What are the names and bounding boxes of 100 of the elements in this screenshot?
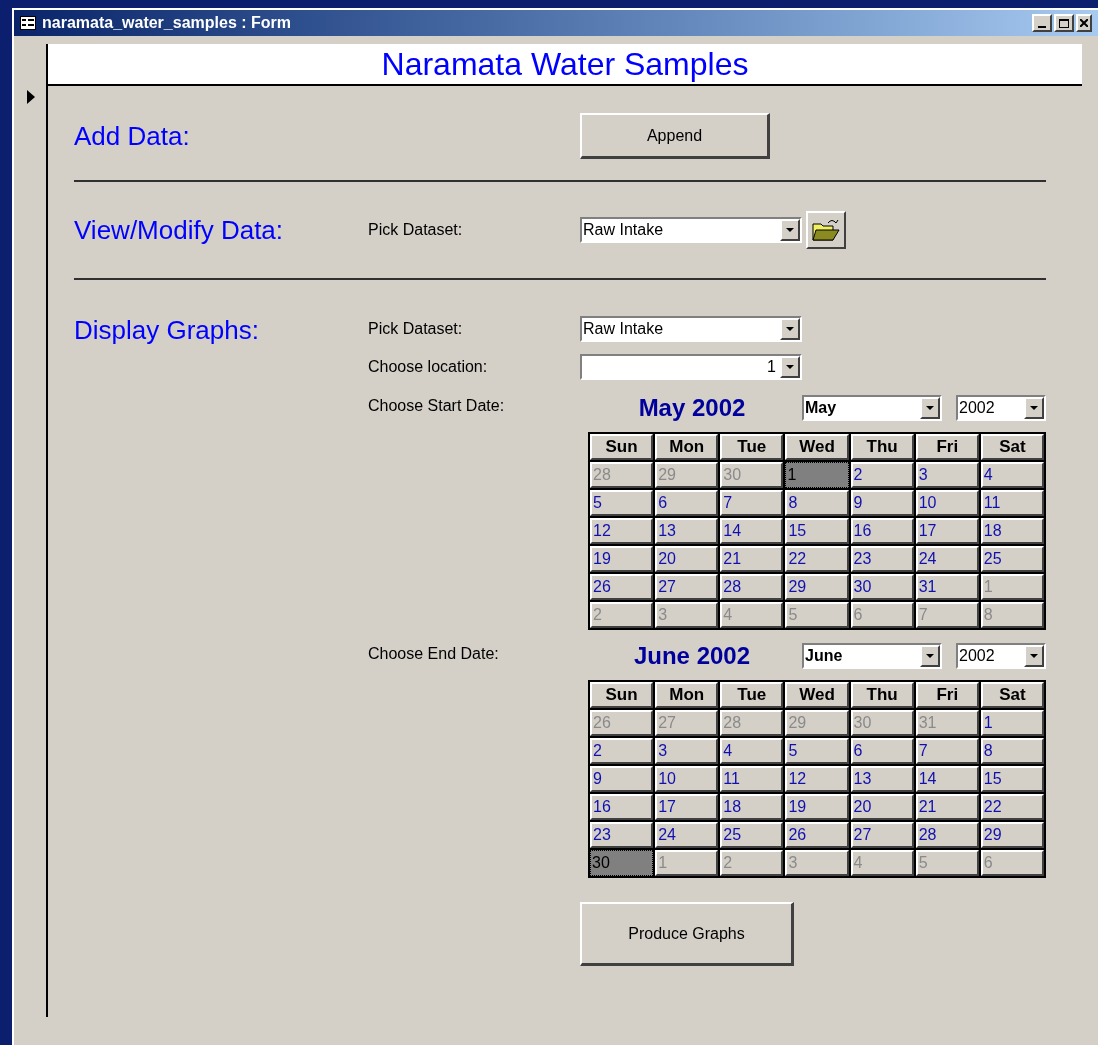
caret-icon: [926, 654, 934, 658]
dropdown-button[interactable]: [780, 318, 800, 340]
calendar-title: June 2002: [632, 641, 752, 671]
dropdown-field[interactable]: Raw Intake: [580, 316, 802, 342]
dropdown-button[interactable]: [780, 219, 800, 241]
day-cell[interactable]: 28: [720, 574, 784, 600]
day-cell[interactable]: 31: [915, 574, 979, 600]
day-cell[interactable]: 17: [915, 518, 979, 544]
maximize-button[interactable]: [1054, 14, 1074, 32]
day-cell[interactable]: 8: [980, 738, 1044, 764]
day-cell[interactable]: 7: [720, 490, 784, 516]
minimize-button[interactable]: [1032, 14, 1052, 32]
close-button[interactable]: [1076, 14, 1092, 32]
day-cell[interactable]: 26: [785, 822, 849, 848]
day-cell[interactable]: 18: [980, 518, 1044, 544]
dropdown-button[interactable]: [780, 356, 800, 378]
dropdown-field[interactable]: June: [802, 643, 942, 669]
open-folder-button[interactable]: [806, 211, 846, 249]
day-cell[interactable]: 23: [850, 546, 914, 572]
day-cell[interactable]: 13: [850, 766, 914, 792]
day-cell[interactable]: 24: [915, 546, 979, 572]
day-cell[interactable]: 2: [850, 462, 914, 488]
day-cell[interactable]: 15: [785, 518, 849, 544]
day-cell[interactable]: 20: [850, 794, 914, 820]
weekday-header: Sat: [980, 682, 1044, 708]
dropdown-field[interactable]: 2002: [956, 395, 1046, 421]
weekday-header: Wed: [785, 682, 849, 708]
day-cell[interactable]: 28: [915, 822, 979, 848]
day-cell[interactable]: 2: [590, 738, 654, 764]
day-cell[interactable]: 26: [590, 574, 654, 600]
day-cell[interactable]: 29: [980, 822, 1044, 848]
record-selector-icon: [27, 90, 35, 104]
day-cell[interactable]: 16: [850, 518, 914, 544]
produce-graphs-button[interactable]: Produce Graphs: [580, 902, 794, 966]
field-label: Choose End Date:: [368, 644, 500, 664]
day-cell[interactable]: 25: [720, 822, 784, 848]
maximize-icon: [1059, 18, 1069, 28]
caret-icon: [1030, 406, 1038, 410]
weekday-header: Tue: [720, 682, 784, 708]
day-cell[interactable]: 6: [655, 490, 719, 516]
dropdown-field[interactable]: 1: [580, 354, 802, 380]
day-cell[interactable]: 27: [655, 574, 719, 600]
weekday-header: Tue: [720, 434, 784, 460]
day-cell[interactable]: 8: [785, 490, 849, 516]
weekday-header: Sat: [980, 434, 1044, 460]
day-cell[interactable]: 29: [785, 574, 849, 600]
day-cell[interactable]: 1: [785, 462, 849, 488]
day-cell[interactable]: 16: [590, 794, 654, 820]
day-cell[interactable]: 13: [655, 518, 719, 544]
caret-icon: [1030, 654, 1038, 658]
day-cell[interactable]: 5: [590, 490, 654, 516]
field-label: Pick Dataset:: [368, 220, 464, 240]
day-cell[interactable]: 9: [590, 766, 654, 792]
day-cell[interactable]: 15: [980, 766, 1044, 792]
day-cell[interactable]: 14: [720, 518, 784, 544]
caret-icon: [786, 228, 794, 232]
day-cell[interactable]: 3: [915, 462, 979, 488]
day-cell[interactable]: 7: [915, 738, 979, 764]
day-cell[interactable]: 6: [850, 738, 914, 764]
close-icon: [1080, 19, 1088, 27]
day-cell[interactable]: 4: [980, 462, 1044, 488]
day-cell[interactable]: 1: [980, 710, 1044, 736]
day-cell[interactable]: 23: [590, 822, 654, 848]
weekday-header: Thu: [850, 682, 914, 708]
day-cell[interactable]: 10: [655, 766, 719, 792]
day-cell[interactable]: 9: [850, 490, 914, 516]
day-cell[interactable]: 22: [980, 794, 1044, 820]
dropdown-button[interactable]: [920, 645, 940, 667]
day-cell[interactable]: 11: [980, 490, 1044, 516]
day-cell[interactable]: 20: [655, 546, 719, 572]
dropdown-button[interactable]: [1024, 645, 1044, 667]
dropdown-button[interactable]: [1024, 397, 1044, 419]
dropdown-field[interactable]: Raw Intake: [580, 217, 802, 243]
day-cell[interactable]: 25: [980, 546, 1044, 572]
day-cell[interactable]: 22: [785, 546, 849, 572]
day-cell[interactable]: 12: [785, 766, 849, 792]
day-cell[interactable]: 5: [785, 738, 849, 764]
day-cell[interactable]: 3: [655, 738, 719, 764]
day-cell[interactable]: 30: [590, 850, 654, 876]
day-cell[interactable]: 17: [655, 794, 719, 820]
day-cell[interactable]: 30: [850, 574, 914, 600]
day-cell[interactable]: 10: [915, 490, 979, 516]
day-cell[interactable]: 11: [720, 766, 784, 792]
dropdown-field[interactable]: 2002: [956, 643, 1046, 669]
day-cell[interactable]: 12: [590, 518, 654, 544]
day-cell[interactable]: 19: [590, 546, 654, 572]
dropdown-field[interactable]: May: [802, 395, 942, 421]
day-cell[interactable]: 27: [850, 822, 914, 848]
day-cell[interactable]: 19: [785, 794, 849, 820]
day-cell[interactable]: 24: [655, 822, 719, 848]
append-button[interactable]: Append: [580, 113, 770, 159]
day-cell[interactable]: 4: [720, 738, 784, 764]
day-cell[interactable]: 14: [915, 766, 979, 792]
day-cell[interactable]: 21: [720, 546, 784, 572]
caret-icon: [926, 406, 934, 410]
weekday-header: Mon: [655, 682, 719, 708]
day-cell[interactable]: 18: [720, 794, 784, 820]
dropdown-button[interactable]: [920, 397, 940, 419]
day-cell[interactable]: 21: [915, 794, 979, 820]
weekday-header: Wed: [785, 434, 849, 460]
